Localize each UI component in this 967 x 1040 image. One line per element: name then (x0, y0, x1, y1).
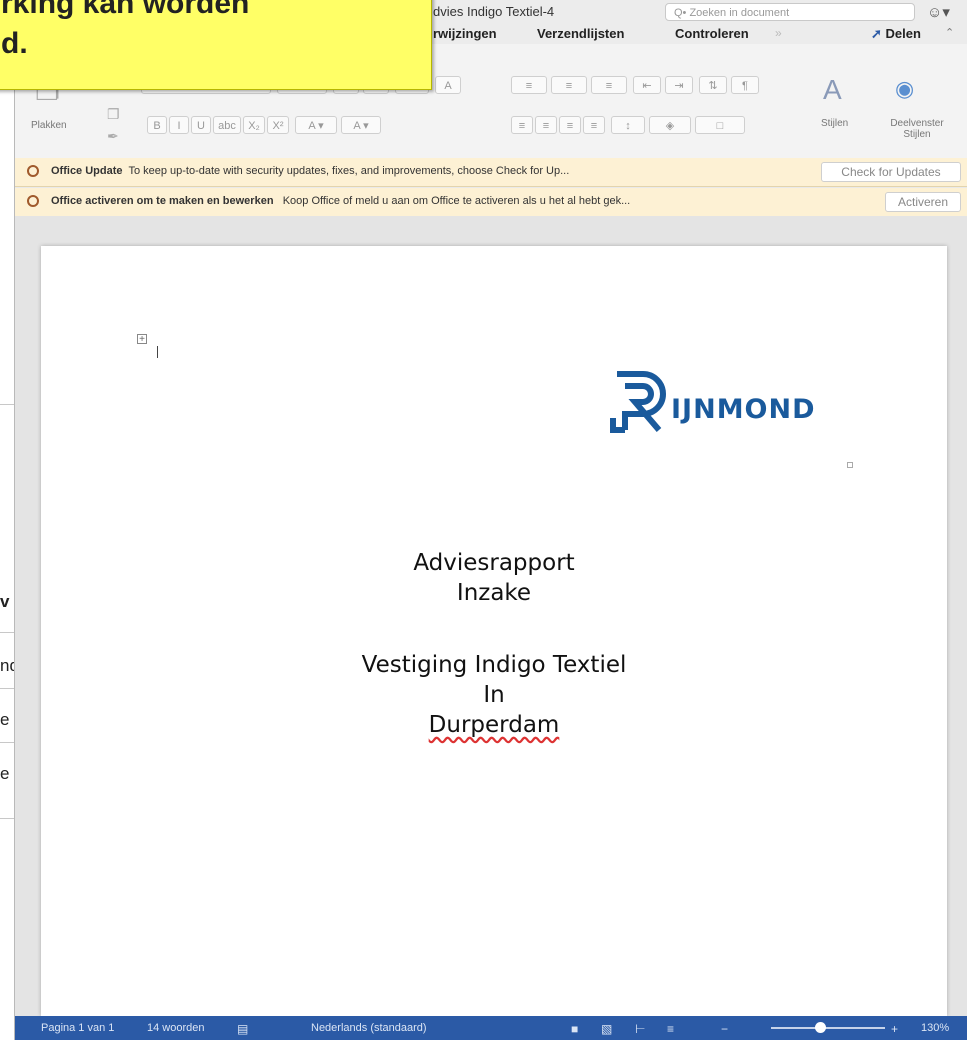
word-count[interactable]: 14 woorden (147, 1022, 205, 1034)
text-cursor (157, 346, 158, 358)
paste-label: Plakken (31, 120, 67, 131)
italic-button[interactable]: I (169, 116, 189, 134)
shading-icon[interactable]: ◈ (649, 116, 691, 134)
collapse-ribbon-icon[interactable]: ⌃ (945, 26, 954, 39)
annotation-callout: rking kan worden d. (0, 0, 432, 90)
doc-subtitle-line: Inzake (456, 580, 532, 606)
table-move-handle-icon[interactable]: + (137, 334, 147, 345)
zoom-slider-knob[interactable] (815, 1022, 826, 1033)
zoom-slider-track[interactable] (771, 1027, 885, 1029)
print-layout-icon[interactable]: ■ (571, 1022, 578, 1036)
styles-pane-icon[interactable]: ◉ (895, 76, 914, 102)
web-layout-icon[interactable]: ▧ (601, 1022, 612, 1036)
status-bar: Pagina 1 van 1 14 woorden ▤ Nederlands (… (15, 1016, 967, 1040)
outline-view-icon[interactable]: ≡ (667, 1022, 674, 1036)
share-button[interactable]: ➚ Delen (871, 26, 921, 42)
zoom-level[interactable]: 130% (921, 1022, 949, 1034)
doc-location-text: Durperdam (428, 712, 560, 738)
subscript-button[interactable]: X₂ (243, 116, 265, 134)
zoom-out-icon[interactable]: − (721, 1022, 728, 1036)
document-page[interactable]: + IJNMOND Adviesrapport Inzake Vestiging… (41, 246, 947, 1016)
bullets-icon[interactable]: ≡ (511, 76, 547, 94)
info-icon (27, 165, 39, 177)
tab-mailings[interactable]: Verzendlijsten (537, 26, 624, 41)
office-update-bar: Office Update To keep up-to-date with se… (15, 158, 967, 187)
styles-pane-label: Deelvenster Stijlen (890, 118, 944, 140)
background-text-fragment: e (0, 764, 10, 783)
office-activate-title: Office activeren om te maken en bewerken (51, 195, 274, 207)
sort-icon[interactable]: ⇅ (699, 76, 727, 94)
font-color-icon[interactable]: A ▾ (341, 116, 381, 134)
search-input[interactable]: Q• Zoeken in document (665, 3, 915, 21)
superscript-button[interactable]: X² (267, 116, 289, 134)
clear-formatting-icon[interactable]: A (435, 76, 461, 94)
proofing-icon[interactable]: ▤ (237, 1022, 248, 1036)
share-icon: ➚ (871, 26, 882, 41)
logo-text: IJNMOND (671, 394, 816, 425)
justify-icon[interactable]: ≡ (583, 116, 605, 134)
word-window: dvies Indigo Textiel-4 Q• Zoeken in docu… (14, 0, 967, 1040)
user-account-icon[interactable]: ☺▾ (927, 3, 950, 21)
zoom-in-icon[interactable]: + (891, 1022, 898, 1036)
align-right-icon[interactable]: ≡ (559, 116, 581, 134)
doc-title-line: Adviesrapport (413, 550, 575, 576)
bold-button[interactable]: B (147, 116, 167, 134)
decrease-indent-icon[interactable]: ⇤ (633, 76, 661, 94)
callout-text-line2: d. (1, 27, 28, 60)
language-status[interactable]: Nederlands (standaard) (311, 1022, 427, 1034)
tab-references[interactable]: rwijzingen (433, 26, 497, 41)
line-spacing-icon[interactable]: ↕ (611, 116, 645, 134)
background-text-fragment: e (0, 710, 10, 729)
office-update-title: Office Update (51, 165, 123, 177)
office-activate-bar: Office activeren om te maken en bewerken… (15, 188, 967, 217)
doc-in-line: In (483, 682, 505, 708)
focus-mode-icon[interactable]: ⊢ (635, 1022, 645, 1036)
rijnmond-logo-mark-icon (610, 371, 666, 433)
numbering-icon[interactable]: ≡ (551, 76, 587, 94)
underline-button[interactable]: U (191, 116, 211, 134)
info-icon (27, 195, 39, 207)
copy-icon[interactable]: ❐ (107, 106, 120, 123)
document-title: dvies Indigo Textiel-4 (433, 4, 555, 19)
doc-location-line: Durperdam (41, 712, 947, 738)
text-effects-icon[interactable]: A ▾ (295, 116, 337, 134)
styles-icon[interactable]: A (823, 74, 842, 106)
increase-indent-icon[interactable]: ⇥ (665, 76, 693, 94)
show-paragraph-marks-icon[interactable]: ¶ (731, 76, 759, 94)
document-canvas[interactable]: + IJNMOND Adviesrapport Inzake Vestiging… (15, 216, 967, 1016)
align-center-icon[interactable]: ≡ (535, 116, 557, 134)
background-text-fragment: v (0, 592, 10, 611)
paragraph-anchor-mark (847, 462, 853, 468)
doc-company-line: Vestiging Indigo Textiel (361, 652, 627, 678)
activate-button[interactable]: Activeren (885, 192, 961, 212)
check-for-updates-button[interactable]: Check for Updates (821, 162, 961, 182)
multilevel-list-icon[interactable]: ≡ (591, 76, 627, 94)
share-label: Delen (885, 26, 921, 41)
page-count[interactable]: Pagina 1 van 1 (41, 1022, 114, 1034)
tab-review[interactable]: Controleren (675, 26, 749, 41)
align-left-icon[interactable]: ≡ (511, 116, 533, 134)
callout-text-line1: rking kan worden (1, 0, 250, 20)
more-tabs-chevron-icon[interactable]: » (775, 26, 782, 40)
borders-icon[interactable]: □ (695, 116, 745, 134)
strikethrough-button[interactable]: abc (213, 116, 241, 134)
office-update-text: To keep up-to-date with security updates… (128, 165, 570, 177)
styles-label: Stijlen (821, 118, 849, 129)
rijnmond-logo: IJNMOND (609, 366, 849, 436)
format-painter-icon[interactable]: ✒ (107, 128, 119, 145)
office-activate-text: Koop Office of meld u aan om Office te a… (282, 195, 631, 207)
